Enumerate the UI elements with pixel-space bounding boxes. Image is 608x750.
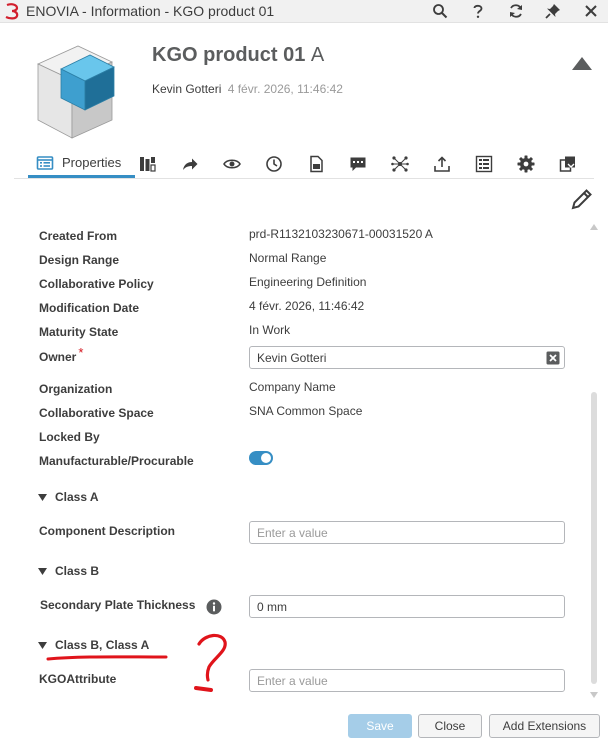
label-collaborative-space: Collaborative Space: [39, 406, 154, 420]
section-class-b-title: Class B: [55, 564, 100, 578]
label-owner-text: Owner: [39, 350, 77, 364]
value-maturity-state: In Work: [249, 323, 291, 337]
label-kgoattribute: KGOAttribute: [39, 672, 117, 686]
tab-history[interactable]: [264, 150, 284, 178]
label-organization: Organization: [39, 382, 113, 396]
owner-line: Kevin Gotteri 4 févr. 2026, 11:46:42: [152, 82, 343, 96]
label-component-description: Component Description: [39, 524, 176, 538]
product-revision: A: [310, 44, 325, 66]
refresh-icon[interactable]: [507, 2, 525, 20]
caret-down-icon: [38, 567, 47, 575]
scroll-down-arrow-icon[interactable]: [589, 690, 599, 700]
close-icon[interactable]: [582, 2, 600, 20]
value-collaborative-policy: Engineering Definition: [249, 275, 367, 289]
tab-network[interactable]: [390, 150, 410, 178]
annotation-question-dot: [194, 686, 213, 692]
value-collaborative-space: SNA Common Space: [249, 404, 363, 418]
vertical-scrollbar-thumb[interactable]: [591, 392, 597, 684]
network-icon: [391, 156, 409, 172]
window-title: ENOVIA - Information - KGO product 01: [26, 3, 275, 19]
product-title: KGO product 01 A: [152, 44, 324, 67]
manufacturable-toggle[interactable]: [249, 451, 273, 465]
preview-icon: [223, 159, 241, 169]
comment-icon: [350, 157, 366, 171]
pin-icon[interactable]: [544, 2, 562, 20]
section-class-b-class-a-header[interactable]: Class B, Class A: [38, 638, 149, 652]
label-modification-date: Modification Date: [39, 301, 140, 315]
clear-owner-icon[interactable]: [546, 351, 560, 365]
close-button[interactable]: Close: [418, 714, 482, 738]
section-class-a-title: Class A: [55, 490, 99, 504]
component-description-input[interactable]: [249, 521, 565, 544]
history-icon: [266, 156, 282, 172]
label-maturity-state: Maturity State: [39, 325, 119, 339]
required-asterisk: *: [78, 345, 84, 360]
tab-compare[interactable]: [558, 150, 578, 178]
caret-down-icon: [38, 493, 47, 501]
edit-pencil-icon[interactable]: [570, 187, 594, 211]
add-extensions-button[interactable]: Add Extensions: [489, 714, 600, 738]
tab-relations[interactable]: [138, 150, 158, 178]
label-created-from: Created From: [39, 229, 118, 243]
section-class-b-class-a-title: Class B, Class A: [55, 638, 150, 652]
label-secondary-plate-thickness: Secondary Plate Thickness: [40, 598, 196, 612]
product-3d-thumbnail: [37, 45, 115, 139]
product-name: KGO product 01: [152, 44, 306, 66]
scroll-up-arrow-icon[interactable]: [589, 222, 599, 232]
value-modification-date: 4 févr. 2026, 11:46:42: [249, 299, 365, 313]
tab-document[interactable]: [306, 150, 326, 178]
tab-share[interactable]: [180, 150, 200, 178]
label-owner: Owner *: [39, 345, 83, 364]
tab-upload[interactable]: [432, 150, 452, 178]
3ds-logo-icon: [5, 3, 19, 20]
tab-properties[interactable]: Properties: [28, 150, 135, 178]
secondary-plate-thickness-input[interactable]: [249, 595, 565, 618]
relations-icon: [140, 157, 156, 172]
caret-down-icon: [38, 641, 47, 649]
section-class-a-header[interactable]: Class A: [38, 490, 99, 504]
tab-comments[interactable]: [348, 150, 368, 178]
label-collaborative-policy: Collaborative Policy: [39, 277, 154, 291]
search-icon[interactable]: [431, 2, 449, 20]
section-class-b-header[interactable]: Class B: [38, 564, 99, 578]
tab-preview[interactable]: [222, 150, 242, 178]
value-created-from: prd-R1132103230671-00031520 A: [249, 227, 433, 241]
annotation-question-mark: [197, 633, 227, 682]
owner-field[interactable]: [249, 346, 565, 369]
tab-properties-label: Properties: [62, 155, 122, 170]
value-organization: Company Name: [249, 380, 336, 394]
annotation-underline: [46, 655, 168, 661]
header-modified-date: 4 févr. 2026, 11:46:42: [227, 82, 343, 96]
tab-settings[interactable]: [516, 150, 536, 178]
collapse-header-icon[interactable]: [571, 55, 593, 71]
tab-structure[interactable]: [474, 150, 494, 178]
upload-icon: [434, 156, 450, 172]
properties-icon: [36, 155, 54, 170]
toggle-knob: [261, 453, 271, 463]
help-icon[interactable]: [469, 2, 487, 20]
kgoattribute-input[interactable]: [249, 669, 565, 692]
compare-icon: [559, 156, 575, 172]
settings-icon: [517, 155, 535, 173]
structure-icon: [475, 155, 493, 173]
label-manufacturable-procurable: Manufacturable/Procurable: [39, 454, 194, 468]
value-design-range: Normal Range: [249, 251, 327, 265]
label-design-range: Design Range: [39, 253, 120, 267]
window-titlebar: ENOVIA - Information - KGO product 01: [0, 0, 608, 23]
header-owner-name[interactable]: Kevin Gotteri: [152, 82, 221, 96]
document-icon: [310, 155, 323, 173]
label-locked-by: Locked By: [39, 430, 100, 444]
save-button[interactable]: Save: [348, 714, 412, 738]
tab-bar: Properties: [14, 146, 594, 179]
share-icon: [183, 158, 198, 170]
info-icon[interactable]: [206, 599, 222, 615]
